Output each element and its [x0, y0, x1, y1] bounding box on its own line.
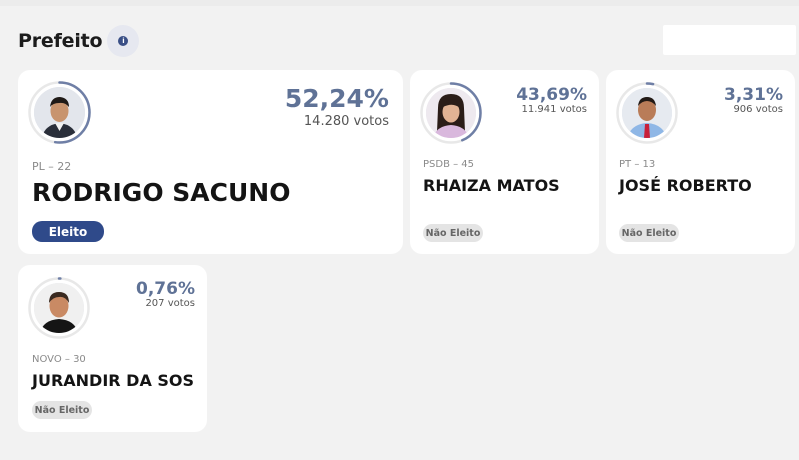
vote-percentage: 52,24% — [284, 84, 389, 113]
vote-percentage: 43,69% — [516, 85, 587, 105]
candidate-card[interactable]: 52,24% 14.280 votos PL – 22 RODRIGO SACU… — [18, 70, 403, 254]
candidate-avatar — [616, 82, 678, 144]
candidate-photo — [622, 88, 672, 138]
vote-count: 207 votos — [145, 298, 195, 309]
info-button[interactable]: i — [107, 25, 140, 57]
candidate-card[interactable]: 43,69% 11.941 votos PSDB – 45 RHAIZA MAT… — [410, 70, 599, 254]
candidate-photo — [34, 87, 85, 138]
candidate-card[interactable]: 0,76% 207 votos NOVO – 30 JURANDIR DA SO… — [18, 265, 207, 432]
status-badge: Não Eleito — [619, 224, 679, 242]
party-number: NOVO – 30 — [32, 354, 86, 365]
candidate-name: RHAIZA MATOS — [423, 176, 560, 195]
status-badge: Eleito — [32, 221, 104, 242]
section-title: Prefeito — [18, 30, 103, 52]
candidate-photo — [426, 88, 476, 138]
status-badge: Não Eleito — [423, 224, 483, 242]
candidate-name: JURANDIR DA SOS — [32, 371, 195, 390]
candidate-photo — [34, 283, 84, 333]
vote-count: 906 votos — [733, 104, 783, 115]
section-header: Prefeito i — [18, 24, 140, 58]
top-right-box — [663, 25, 796, 55]
status-badge: Não Eleito — [32, 401, 92, 419]
party-number: PSDB – 45 — [423, 159, 475, 170]
party-number: PT – 13 — [619, 159, 656, 170]
vote-percentage: 0,76% — [136, 279, 195, 299]
candidate-name: RODRIGO SACUNO — [32, 178, 291, 207]
candidate-avatar — [28, 81, 91, 144]
info-icon: i — [118, 36, 129, 46]
vote-percentage: 3,31% — [724, 85, 783, 105]
candidate-avatar — [28, 277, 90, 339]
party-number: PL – 22 — [32, 160, 72, 173]
candidate-name: JOSÉ ROBERTO — [619, 176, 752, 195]
candidate-card[interactable]: 3,31% 906 votos PT – 13 JOSÉ ROBERTO Não… — [606, 70, 795, 254]
vote-count: 14.280 votos — [303, 114, 389, 129]
top-divider — [0, 0, 799, 6]
candidate-avatar — [420, 82, 482, 144]
vote-count: 11.941 votos — [521, 104, 587, 115]
